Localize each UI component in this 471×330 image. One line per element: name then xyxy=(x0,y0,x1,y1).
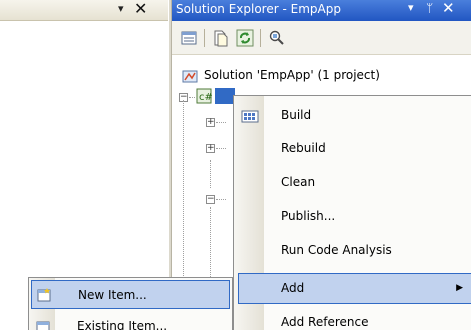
tree-connector xyxy=(216,199,226,200)
auto-hide-pin-icon[interactable]: ᛘ xyxy=(426,1,433,15)
menu-item-label: Add xyxy=(281,281,305,295)
solution-explorer-title-bar: Solution Explorer - EmpApp ▾ ᛘ ✕ xyxy=(172,0,471,21)
tree-item-references[interactable]: + xyxy=(206,141,236,159)
menu-item-label: Clean xyxy=(281,175,316,189)
tree-connector xyxy=(216,148,226,149)
menu-item-rebuild[interactable]: Rebuild xyxy=(234,134,471,165)
menu-item-add-reference[interactable]: Add Reference xyxy=(234,308,471,330)
menu-item-run-code-analysis[interactable]: Run Code Analysis xyxy=(234,236,471,267)
close-icon[interactable]: ✕ xyxy=(442,0,455,17)
solution-icon xyxy=(182,70,198,83)
tree-connector xyxy=(210,160,211,188)
menu-item-existing-item[interactable]: Existing Item... xyxy=(29,312,232,330)
menu-item-label: Build xyxy=(281,108,312,122)
window-position-dropdown-icon[interactable]: ▾ xyxy=(408,1,414,14)
tree-item-properties[interactable]: + xyxy=(206,115,236,133)
menu-item-label: New Item... xyxy=(78,288,147,302)
existing-item-icon xyxy=(36,321,50,330)
menu-item-label: Run Code Analysis xyxy=(281,243,392,257)
solution-explorer-title: Solution Explorer - EmpApp xyxy=(176,2,341,16)
tree-item-project[interactable]: − c# xyxy=(179,88,239,106)
refresh-icon[interactable] xyxy=(236,29,254,47)
menu-item-build[interactable]: Build xyxy=(234,101,471,132)
menu-item-label: Rebuild xyxy=(281,141,326,155)
left-pane-dropdown-icon[interactable]: ▾ xyxy=(118,2,124,15)
menu-item-label: Existing Item... xyxy=(77,319,168,330)
new-item-icon xyxy=(37,288,51,302)
toolbar-separator xyxy=(204,29,205,47)
tree-connector xyxy=(210,207,211,277)
project-context-menu: Build Rebuild Clean Publish... Run Code … xyxy=(233,95,471,330)
csharp-project-icon: c# xyxy=(196,88,212,104)
view-class-diagram-icon[interactable] xyxy=(268,29,286,47)
menu-item-label: Publish... xyxy=(281,209,336,223)
solution-label: Solution 'EmpApp' (1 project) xyxy=(204,68,380,82)
left-pane-header: ▾ ✕ xyxy=(0,0,168,21)
menu-item-label: Add Reference xyxy=(281,315,369,329)
properties-icon[interactable] xyxy=(180,29,198,47)
left-pane-close-icon[interactable]: ✕ xyxy=(134,0,147,18)
project-label-selected xyxy=(215,88,235,104)
toolbar-separator xyxy=(260,29,261,47)
expand-toggle-icon[interactable]: + xyxy=(206,118,215,127)
expand-toggle-icon[interactable]: + xyxy=(206,144,215,153)
submenu-arrow-icon: ▶ xyxy=(456,283,463,293)
add-submenu: New Item... Existing Item... xyxy=(28,277,233,330)
build-icon xyxy=(241,110,259,123)
svg-text:c#: c# xyxy=(199,92,212,103)
menu-item-clean[interactable]: Clean xyxy=(234,168,471,199)
solution-explorer-toolbar xyxy=(172,21,471,55)
collapse-toggle-icon[interactable]: − xyxy=(206,195,215,204)
tree-connector xyxy=(216,122,226,123)
tree-connector xyxy=(189,97,195,98)
show-all-files-icon[interactable] xyxy=(212,29,230,47)
menu-item-new-item[interactable]: New Item... xyxy=(31,280,230,309)
menu-item-publish[interactable]: Publish... xyxy=(234,202,471,233)
menu-item-add[interactable]: Add ▶ xyxy=(238,273,471,304)
